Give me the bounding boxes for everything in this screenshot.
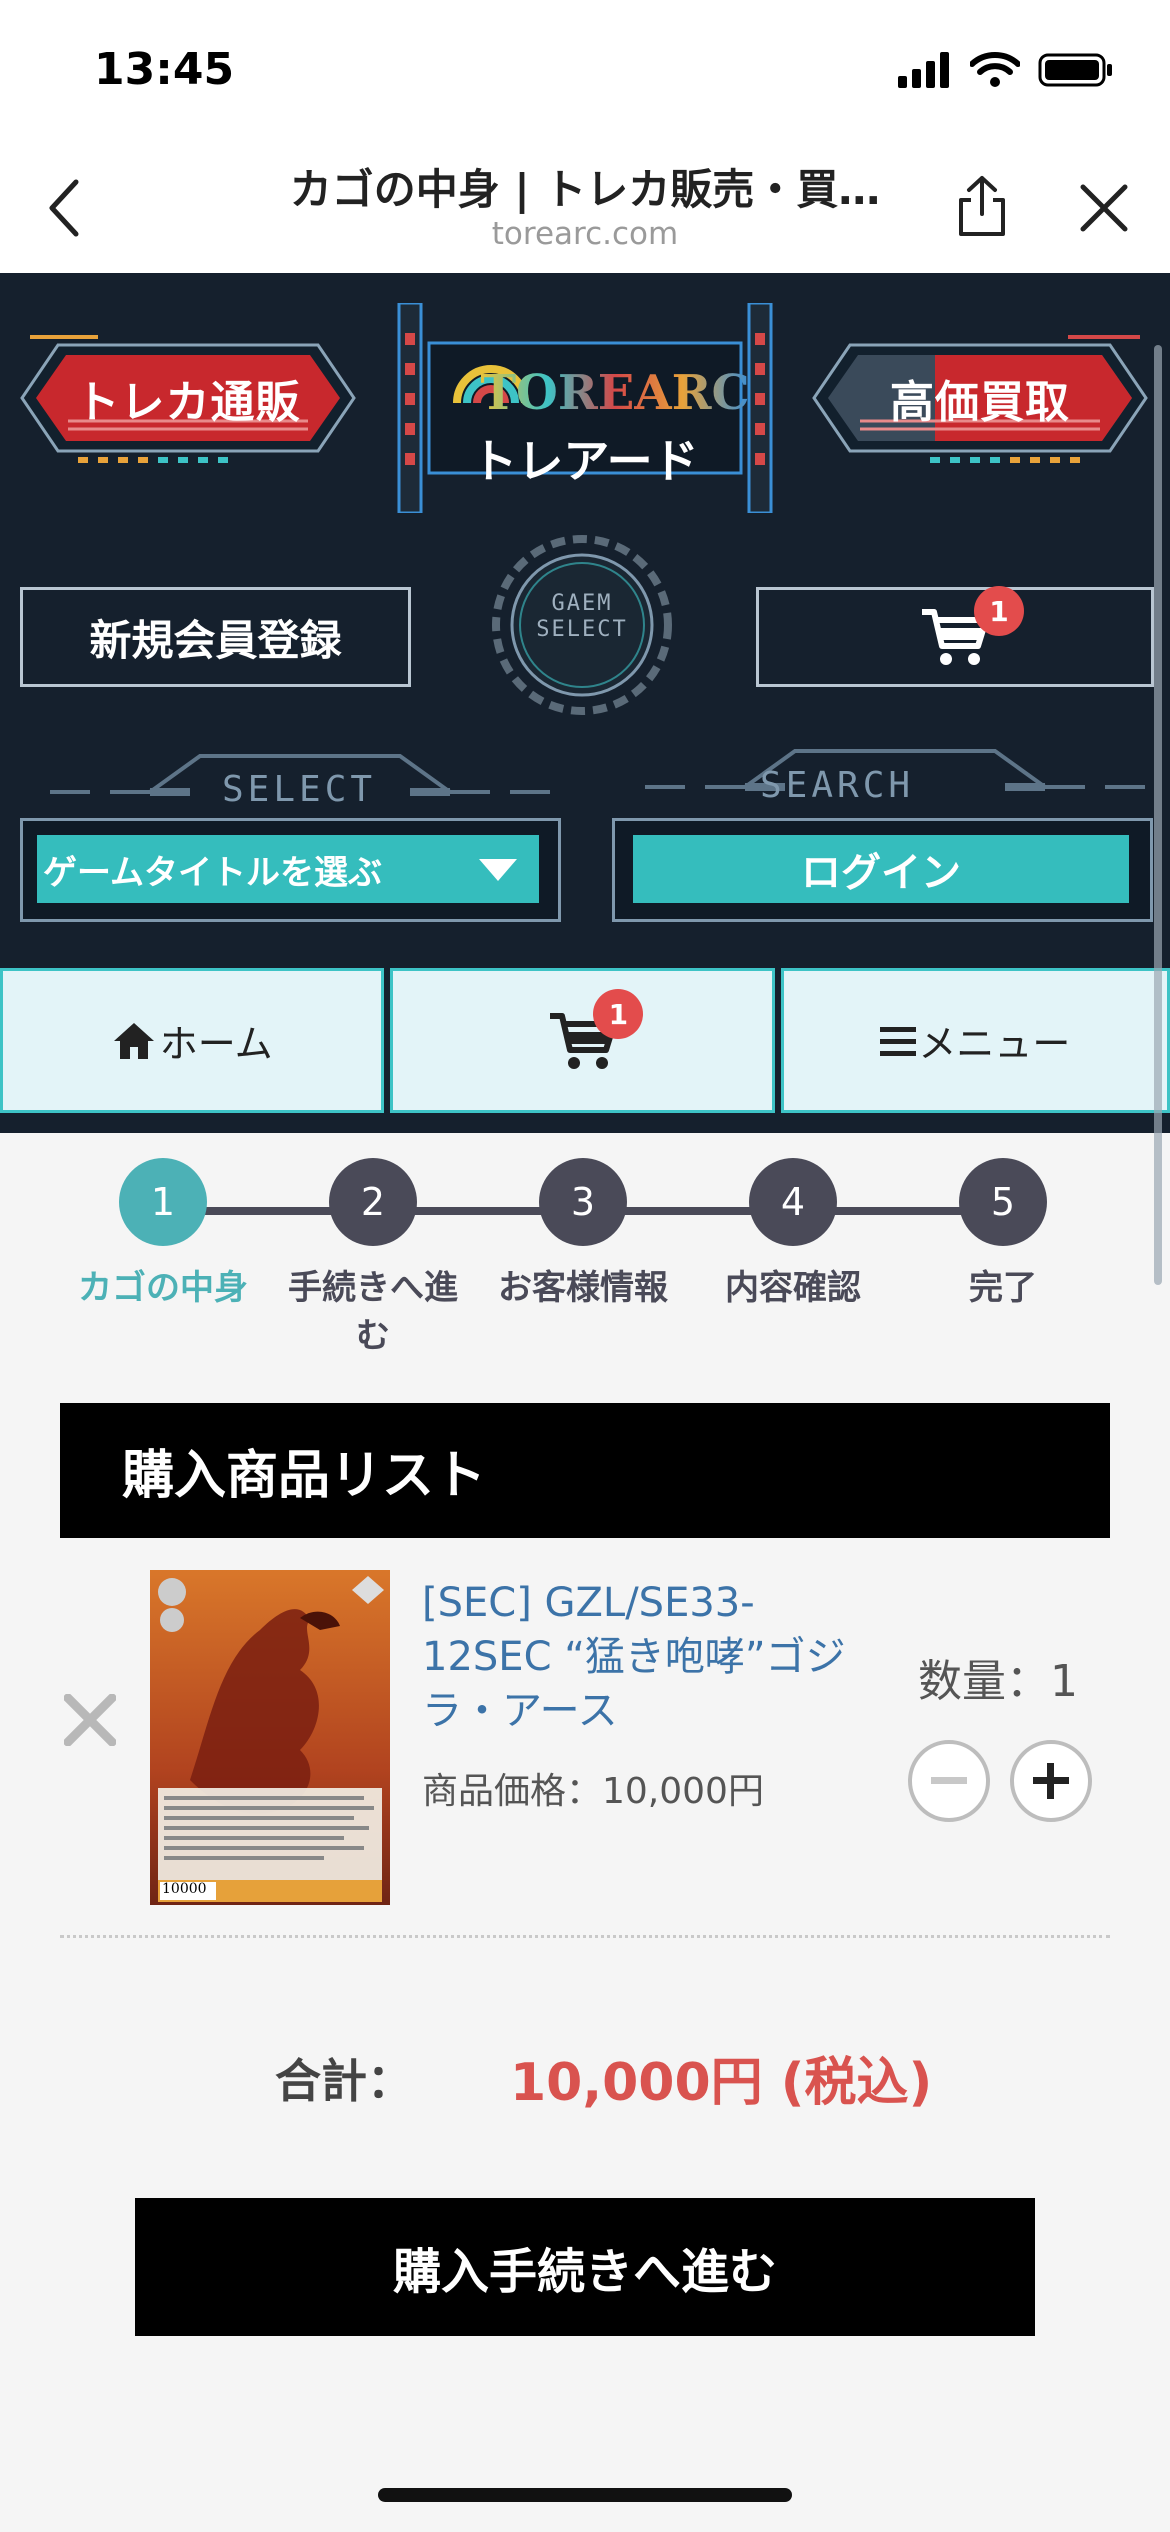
nav-cart-badge: 1 [593,989,644,1039]
product-card-image[interactable]: 10000 [150,1570,390,1905]
product-price: 商品価格：10,000円 [422,1771,764,1812]
status-icons [898,52,1114,88]
step-label: 完了 [969,1268,1037,1308]
card-cost-text: 10000 [162,1881,207,1897]
wifi-icon [970,52,1020,87]
step-number: 5 [959,1158,1047,1246]
close-icon [1080,184,1128,232]
close-icon [64,1694,116,1746]
minus-icon [931,1777,967,1784]
page-url: torearc.com [491,216,679,252]
game-title-select-label: ゲームタイトルを選ぶ [43,852,382,893]
register-label: 新規会員登録 [89,615,342,665]
total-label: 合計： [275,2054,413,2108]
step-cart: 1 カゴの中身 [68,1158,258,1312]
shop-ribbon-label: トレカ通販 [75,377,301,428]
nav-cart[interactable]: 1 [390,968,775,1113]
game-title-select[interactable]: ゲームタイトルを選ぶ [37,835,539,903]
shop-ribbon-button[interactable]: トレカ通販 [18,333,358,463]
buy-ribbon-button[interactable]: 高価買取 [810,333,1150,463]
step-label: カゴの中身 [78,1268,248,1308]
remove-item-button[interactable] [60,1690,120,1750]
quantity-increase-button[interactable] [1010,1740,1092,1822]
login-button[interactable]: ログイン [633,835,1129,903]
checkout-label: 購入手続きへ進む [392,2244,777,2300]
step-number: 4 [749,1158,837,1246]
checkout-button[interactable]: 購入手続きへ進む [135,2198,1035,2336]
step-number: 1 [119,1158,207,1246]
godzilla-card-icon [150,1570,390,1905]
site-logo[interactable]: TOREARC トレアード [395,303,775,513]
home-indicator[interactable] [378,2488,792,2502]
share-icon [959,176,1005,236]
home-icon [113,1022,154,1059]
logo-subtext: トレアード [471,434,699,488]
menu-icon [880,1026,917,1056]
nav-home[interactable]: ホーム [0,968,385,1113]
game-select-emblem[interactable]: GAEM SELECT [490,533,674,717]
share-button[interactable] [950,170,1014,242]
nav-home-label: ホーム [159,1022,273,1066]
plus-icon [1033,1763,1069,1799]
login-wrap: ログイン [612,818,1153,922]
page-title: カゴの中身 | トレカ販売・買… [289,165,881,214]
step-label: 手続きへ進む [288,1268,458,1356]
step-number: 2 [329,1158,417,1246]
login-label: ログイン [801,850,961,896]
nav-menu[interactable]: メニュー [780,968,1170,1113]
step-label: お客様情報 [498,1268,668,1308]
browser-bar: カゴの中身 | トレカ販売・買… torearc.com [0,140,1170,273]
back-button[interactable] [36,176,92,240]
total-value: 10,000円 (税込) [510,2053,933,2113]
step-customer-info: 3 お客様情報 [488,1158,678,1312]
step-number: 3 [539,1158,627,1246]
status-time: 13:45 [94,44,235,95]
cart-count-badge: 1 [974,586,1024,636]
logo-text: TOREARC [480,365,750,421]
status-bar: 13:45 [0,0,1170,140]
caret-down-icon [479,859,517,881]
signal-icon [898,52,949,88]
step-label: 内容確認 [725,1268,861,1308]
close-button[interactable] [1072,176,1136,240]
register-button[interactable]: 新規会員登録 [20,587,411,687]
chevron-left-icon [49,179,79,237]
quantity-decrease-button[interactable] [908,1740,990,1822]
buy-ribbon-label: 高価買取 [890,377,1070,428]
step-procedure: 2 手続きへ進む [278,1158,468,1360]
purchase-list-title: 購入商品リスト [60,1403,1110,1538]
step-confirm: 4 内容確認 [698,1158,888,1312]
cart-item-row: 10000 [SEC] GZL/SE33-12SEC “猛き咆哮”ゴジラ・アース… [60,1540,1110,1938]
scrollbar[interactable] [1154,345,1162,1285]
step-complete: 5 完了 [908,1158,1098,1312]
gaem-text: GAEM SELECT [536,591,628,642]
search-deco-label: SEARCH [760,765,915,806]
product-name-link[interactable]: [SEC] GZL/SE33-12SEC “猛き咆哮”ゴジラ・アース [422,1576,862,1738]
battery-icon [1038,53,1112,87]
checkout-steps: 1 カゴの中身 2 手続きへ進む 3 お客様情報 4 内容確認 5 完了 [0,1150,1170,1370]
game-select-wrap: ゲームタイトルを選ぶ [20,818,561,922]
select-deco-label: SELECT [222,769,377,810]
header-cart-button[interactable]: 1 [756,586,1154,687]
main-nav: ホーム 1 メニュー [0,968,1170,1113]
quantity-label: 数量：1 [918,1656,1078,1707]
nav-menu-label: メニュー [918,1022,1071,1066]
